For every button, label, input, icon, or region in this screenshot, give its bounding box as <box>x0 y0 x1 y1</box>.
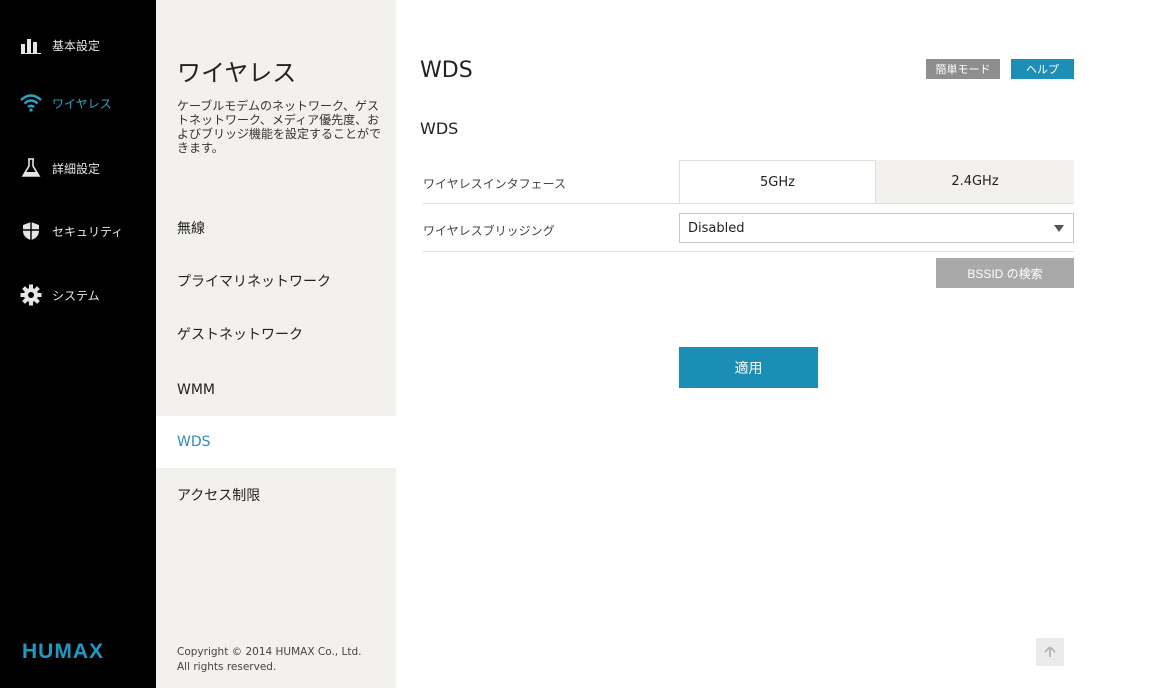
bridging-select-value: Disabled <box>688 220 745 236</box>
humax-logo: HUMAX <box>22 640 104 663</box>
nav-item-label: ワイヤレス <box>52 96 112 111</box>
bridging-label: ワイヤレスブリッジング <box>423 224 555 238</box>
bar-chart-icon <box>20 34 42 56</box>
submenu-item-wds[interactable]: WDS <box>156 416 396 468</box>
copyright-line: Copyright © 2014 HUMAX Co., Ltd. <box>177 646 362 658</box>
main-nav: 基本設定 ワイヤレス 詳細設定 セキュリティ システム HUMAX <box>0 0 156 688</box>
row-divider <box>423 251 1074 252</box>
submenu-item-guest-network[interactable]: ゲストネットワーク <box>156 308 396 360</box>
help-button[interactable]: ヘルプ <box>1011 59 1074 79</box>
submenu-item-primary-network[interactable]: プライマリネットワーク <box>156 255 396 307</box>
nav-item-wireless[interactable]: ワイヤレス <box>0 83 156 123</box>
bssid-search-button[interactable]: BSSID の検索 <box>936 258 1074 288</box>
nav-item-advanced-settings[interactable]: 詳細設定 <box>0 148 156 188</box>
submenu-item-access-restriction[interactable]: アクセス制限 <box>156 469 396 521</box>
submenu-description: ケーブルモデムのネットワーク、ゲストネットワーク、メディア優先度、およびブリッジ… <box>177 99 382 155</box>
nav-item-label: 詳細設定 <box>52 161 101 176</box>
simple-mode-button[interactable]: 簡単モード <box>926 59 1000 79</box>
nav-item-label: セキュリティ <box>52 224 124 239</box>
interface-label: ワイヤレスインタフェース <box>423 177 567 191</box>
gear-icon <box>20 284 42 306</box>
submenu-item-radio[interactable]: 無線 <box>156 202 396 254</box>
apply-button[interactable]: 適用 <box>679 347 818 388</box>
submenu-item-wmm[interactable]: WMM <box>156 364 396 416</box>
nav-item-label: 基本設定 <box>52 38 101 53</box>
submenu-title: ワイヤレス <box>177 59 297 87</box>
wifi-icon <box>20 92 42 114</box>
copyright: Copyright © 2014 HUMAX Co., Ltd. All rig… <box>177 645 361 675</box>
section-title: WDS <box>420 119 459 138</box>
nav-item-system[interactable]: システム <box>0 275 156 315</box>
submenu-panel: ワイヤレス ケーブルモデムのネットワーク、ゲストネットワーク、メディア優先度、お… <box>156 0 396 688</box>
bridging-select[interactable]: Disabled <box>679 213 1074 243</box>
nav-item-security[interactable]: セキュリティ <box>0 211 156 251</box>
flask-icon <box>20 157 42 179</box>
shield-icon <box>20 220 42 242</box>
page-title: WDS <box>420 58 473 83</box>
arrow-up-icon <box>1044 643 1056 662</box>
interface-2-4ghz-tab[interactable]: 2.4GHz <box>876 160 1074 203</box>
main-content: WDS 簡単モード ヘルプ WDS ワイヤレスインタフェース 5GHz 2.4G… <box>396 0 1151 688</box>
interface-5ghz-tab[interactable]: 5GHz <box>679 160 876 203</box>
scroll-to-top-button[interactable] <box>1036 638 1064 666</box>
chevron-down-icon <box>1054 225 1064 232</box>
nav-item-label: システム <box>52 288 100 303</box>
row-divider <box>423 203 1074 204</box>
copyright-line: All rights reserved. <box>177 661 277 673</box>
nav-item-basic-settings[interactable]: 基本設定 <box>0 25 156 65</box>
